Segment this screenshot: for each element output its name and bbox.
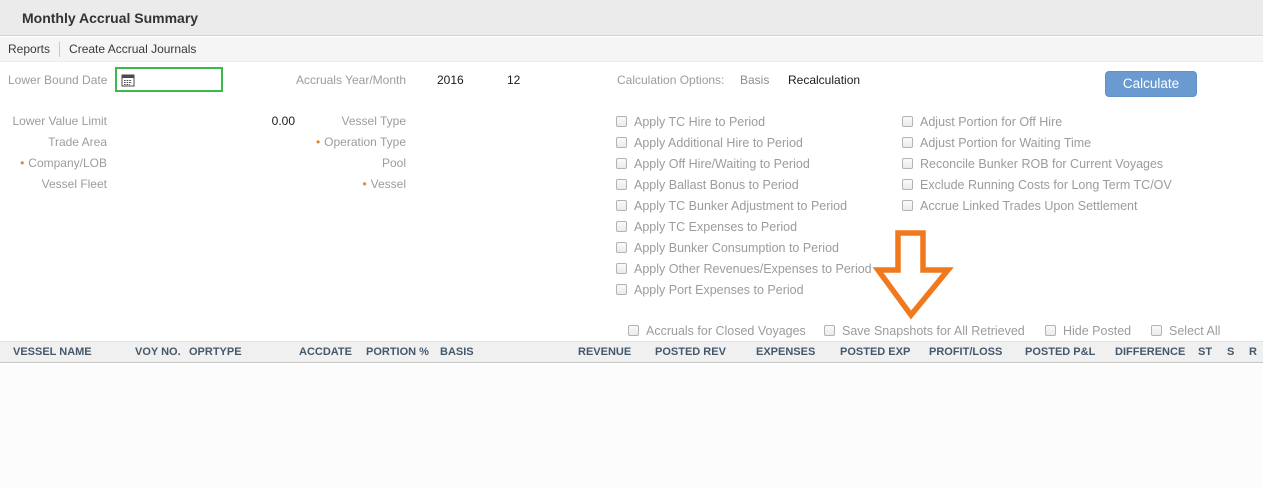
company-lob-label: Company/LOB xyxy=(0,153,107,174)
menubar: Reports Create Accrual Journals xyxy=(0,37,1263,62)
option-apply-tc-expenses[interactable]: Apply TC Expenses to Period xyxy=(616,216,797,237)
checkbox[interactable] xyxy=(902,116,913,127)
pool-label: Pool xyxy=(280,153,406,174)
checkbox[interactable] xyxy=(1045,325,1056,336)
column-header-revenue[interactable]: REVENUE xyxy=(578,342,631,362)
operation-type-label: Operation Type xyxy=(280,132,406,153)
option-apply-bunker-consumption[interactable]: Apply Bunker Consumption to Period xyxy=(616,237,839,258)
down-arrow-annotation-icon xyxy=(868,226,958,321)
checkbox[interactable] xyxy=(628,325,639,336)
checkbox[interactable] xyxy=(616,200,627,211)
lower-value-limit-label: Lower Value Limit xyxy=(0,111,107,132)
column-header-s[interactable]: S xyxy=(1227,342,1234,362)
checkbox[interactable] xyxy=(616,263,627,274)
titlebar: Monthly Accrual Summary xyxy=(0,0,1263,36)
column-header-difference[interactable]: DIFFERENCE xyxy=(1115,342,1185,362)
checkbox[interactable] xyxy=(616,221,627,232)
option-apply-tc-hire[interactable]: Apply TC Hire to Period xyxy=(616,111,765,132)
option-select-all[interactable]: Select All xyxy=(1151,320,1220,341)
accruals-year-field[interactable]: 2016 xyxy=(437,70,464,91)
required-indicator xyxy=(316,135,320,149)
vessel-type-label: Vessel Type xyxy=(280,111,406,132)
option-reconcile-bunker-rob[interactable]: Reconcile Bunker ROB for Current Voyages xyxy=(902,153,1163,174)
lower-bound-date-input[interactable] xyxy=(115,67,223,92)
column-header-profit-loss[interactable]: PROFIT/LOSS xyxy=(929,342,1002,362)
column-header-portion[interactable]: PORTION % xyxy=(366,342,429,362)
checkbox[interactable] xyxy=(902,200,913,211)
column-header-posted-pl[interactable]: POSTED P&L xyxy=(1025,342,1095,362)
checkbox[interactable] xyxy=(824,325,835,336)
column-header-voy-no[interactable]: VOY NO. xyxy=(135,342,181,362)
vessel-label: Vessel xyxy=(280,174,406,195)
option-accrue-linked-trades[interactable]: Accrue Linked Trades Upon Settlement xyxy=(902,195,1137,216)
trade-area-label: Trade Area xyxy=(0,132,107,153)
option-exclude-running-costs[interactable]: Exclude Running Costs for Long Term TC/O… xyxy=(902,174,1172,195)
column-header-expenses[interactable]: EXPENSES xyxy=(756,342,815,362)
calendar-icon[interactable] xyxy=(121,73,135,87)
column-header-vessel-name[interactable]: VESSEL NAME xyxy=(13,342,92,362)
checkbox[interactable] xyxy=(616,284,627,295)
checkbox[interactable] xyxy=(616,179,627,190)
page-title: Monthly Accrual Summary xyxy=(22,0,198,36)
option-save-snapshots[interactable]: Save Snapshots for All Retrieved xyxy=(824,320,1025,341)
option-apply-ballast-bonus[interactable]: Apply Ballast Bonus to Period xyxy=(616,174,799,195)
checkbox[interactable] xyxy=(902,137,913,148)
checkbox[interactable] xyxy=(902,158,913,169)
column-header-accdate[interactable]: ACCDATE xyxy=(299,342,352,362)
checkbox[interactable] xyxy=(616,158,627,169)
results-table-header: VESSEL NAME VOY NO. OPRTYPE ACCDATE PORT… xyxy=(0,341,1263,363)
results-table-body xyxy=(0,364,1263,488)
checkbox[interactable] xyxy=(616,116,627,127)
column-header-posted-exp[interactable]: POSTED EXP xyxy=(840,342,910,362)
menu-item-reports[interactable]: Reports xyxy=(8,42,50,56)
option-accruals-closed-voyages[interactable]: Accruals for Closed Voyages xyxy=(628,320,806,341)
required-indicator xyxy=(362,177,366,191)
option-apply-port-expenses[interactable]: Apply Port Expenses to Period xyxy=(616,279,804,300)
calc-option-basis[interactable]: Basis xyxy=(740,70,769,91)
accruals-year-month-label: Accruals Year/Month xyxy=(280,70,406,91)
option-adjust-portion-off-hire[interactable]: Adjust Portion for Off Hire xyxy=(902,111,1062,132)
calculate-button[interactable]: Calculate xyxy=(1105,71,1197,97)
option-apply-off-hire-waiting[interactable]: Apply Off Hire/Waiting to Period xyxy=(616,153,810,174)
option-apply-tc-bunker-adjustment[interactable]: Apply TC Bunker Adjustment to Period xyxy=(616,195,847,216)
checkbox[interactable] xyxy=(902,179,913,190)
calculation-options-label: Calculation Options: xyxy=(617,70,724,91)
required-indicator xyxy=(20,156,24,170)
column-header-basis[interactable]: BASIS xyxy=(440,342,474,362)
lower-bound-date-label: Lower Bound Date xyxy=(8,70,107,91)
monthly-accrual-summary-window: Monthly Accrual Summary Reports Create A… xyxy=(0,0,1263,488)
calc-option-recalculation[interactable]: Recalculation xyxy=(788,70,860,91)
option-hide-posted[interactable]: Hide Posted xyxy=(1045,320,1131,341)
menu-divider xyxy=(59,42,60,57)
column-header-st[interactable]: ST xyxy=(1198,342,1212,362)
column-header-r[interactable]: R xyxy=(1249,342,1257,362)
option-apply-other-revenues-expenses[interactable]: Apply Other Revenues/Expenses to Period xyxy=(616,258,872,279)
accruals-month-field[interactable]: 12 xyxy=(507,70,520,91)
option-apply-additional-hire[interactable]: Apply Additional Hire to Period xyxy=(616,132,803,153)
checkbox[interactable] xyxy=(616,242,627,253)
menu-item-create-accrual-journals[interactable]: Create Accrual Journals xyxy=(69,42,196,56)
column-header-posted-rev[interactable]: POSTED REV xyxy=(655,342,726,362)
checkbox[interactable] xyxy=(1151,325,1162,336)
vessel-fleet-label: Vessel Fleet xyxy=(0,174,107,195)
column-header-oprtype[interactable]: OPRTYPE xyxy=(189,342,242,362)
option-adjust-portion-waiting-time[interactable]: Adjust Portion for Waiting Time xyxy=(902,132,1091,153)
checkbox[interactable] xyxy=(616,137,627,148)
